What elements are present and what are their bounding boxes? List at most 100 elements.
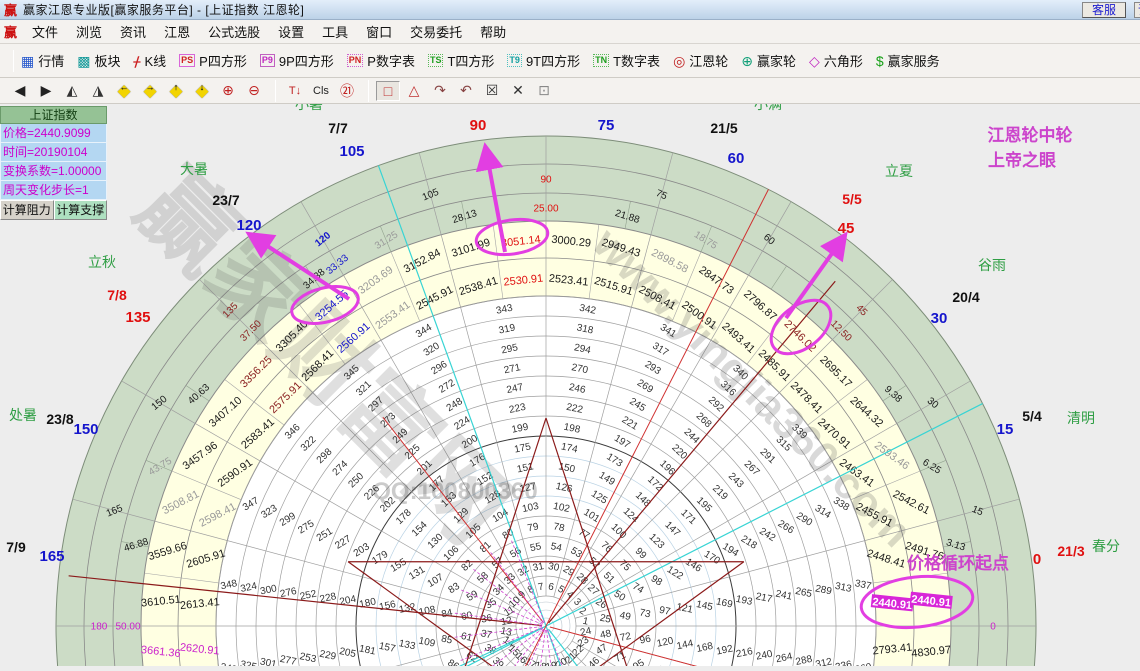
index-info-panel: 上证指数 价格=2440.9099 时间=20190104 变换系数=1.000… [0, 106, 107, 220]
winner-wheel-label: 赢家轮 [757, 51, 796, 70]
toolbar-button-sectors[interactable]: ▩板块 [77, 51, 120, 70]
outer-label: 大暑 [180, 161, 208, 177]
drawing-toolbar: ◀▶◭◮◆←◆→◆↑◆↓⊕⊖ T↓Cls㉑ □△↷↶☒✕⊡ [0, 78, 1140, 104]
menu-item-公式选股[interactable]: 公式选股 [199, 23, 269, 42]
outer-label: 5/5 [842, 191, 862, 207]
toolbar-button-winner-service[interactable]: $赢家服务 [876, 51, 940, 70]
menu-item-文件[interactable]: 文件 [23, 23, 67, 42]
degree-label: 90 [540, 175, 552, 186]
main-toolbar: ▦ 行情 ▩板块 ᚋK线 PS P四方形 P99P四方形 PNP数字表 TST四方形 T99T四方… [0, 44, 1140, 78]
rotate-right-button[interactable]: ◮ [86, 81, 110, 101]
diamond-right-button[interactable]: ◆→ [138, 81, 162, 101]
t-updown-button[interactable]: T↓ [283, 81, 307, 101]
index-name: 上证指数 [0, 106, 107, 124]
menu-items: 文件浏览资讯江恩公式选股设置工具窗口交易委托帮助 [23, 22, 515, 41]
sectors-label: 板块 [94, 51, 120, 70]
outer-label: 90 [470, 117, 487, 134]
prev-button[interactable]: ◀ [8, 81, 32, 101]
xbox-tool[interactable]: ☒ [480, 81, 504, 101]
rotate-left-button[interactable]: ◭ [60, 81, 84, 101]
outer-label: 15 [997, 421, 1014, 438]
outer-label: 7/7 [328, 120, 348, 136]
outer-label: 20/4 [952, 289, 979, 305]
menu-item-窗口[interactable]: 窗口 [357, 23, 401, 42]
quotes-icon: ▦ [21, 54, 34, 68]
p-square-icon: PS [179, 54, 195, 67]
t-square-icon: TS [428, 54, 444, 67]
toolbar-button-9p-square[interactable]: P99P四方形 [260, 51, 334, 70]
outer-label: 120 [236, 217, 261, 234]
outer-label: 春分 [1092, 538, 1120, 554]
zoom-in-button[interactable]: ⊕ [216, 81, 240, 101]
menu-item-交易委托[interactable]: 交易委托 [401, 23, 471, 42]
toolbar-button-hexagon[interactable]: ◇六角形 [809, 51, 863, 70]
toolbar-button-t-table[interactable]: TNT数字表 [593, 51, 660, 70]
rect-tool[interactable]: □ [376, 81, 400, 101]
partial-edge-button[interactable]: 证 [1134, 2, 1140, 18]
toolbar-button-quotes[interactable]: ▦ 行情 [21, 51, 64, 70]
toolbar-separator [368, 80, 369, 102]
shrink-tool[interactable]: ✕ [506, 81, 530, 101]
screen-tool[interactable]: ⊡ [532, 81, 556, 101]
toolbar-button-t-square[interactable]: TST四方形 [428, 51, 494, 70]
winner-service-label: 赢家服务 [888, 51, 940, 70]
time-row: 时间=20190104 [0, 143, 107, 162]
diamond-down-button[interactable]: ◆↓ [190, 81, 214, 101]
zoom-out-button[interactable]: ⊖ [242, 81, 266, 101]
outer-label: 立秋 [88, 254, 116, 270]
calendar-button[interactable]: ㉑ [335, 81, 359, 101]
diamond-left-button[interactable]: ◆← [112, 81, 136, 101]
step-row: 周天变化步长=1 [0, 181, 107, 200]
diamond-down-arrow-icon: ↓ [190, 82, 214, 92]
next-button[interactable]: ▶ [34, 81, 58, 101]
outer-label: 23/7 [212, 192, 239, 208]
menu-item-帮助[interactable]: 帮助 [471, 23, 515, 42]
menu-item-工具[interactable]: 工具 [313, 23, 357, 42]
p-square-label: P四方形 [199, 51, 247, 70]
calc-support-button[interactable]: 计算支撑 [54, 200, 108, 220]
diamond-right-arrow-icon: → [138, 82, 162, 92]
outer-label: 小满 [754, 104, 782, 112]
degree-label: 0 [990, 622, 996, 633]
annotation-text: 价格循环起点 [907, 553, 1009, 573]
outer-label: 60 [728, 150, 745, 167]
outer-label: 75 [598, 117, 615, 134]
toolbar-button-gann-wheel[interactable]: ◎江恩轮 [673, 51, 728, 70]
outer-label: 165 [39, 548, 64, 565]
toolbar-button-p-square[interactable]: PS P四方形 [179, 51, 247, 70]
hexagon-icon: ◇ [809, 54, 820, 68]
menu-item-浏览[interactable]: 浏览 [67, 23, 111, 42]
cls-button[interactable]: Cls [309, 81, 333, 101]
9p-square-icon: P9 [260, 54, 275, 67]
outer-label: 23/8 [46, 411, 73, 427]
p-table-icon: PN [347, 54, 364, 67]
kline-icon: ᚋ [134, 54, 141, 68]
price-row: 价格=2440.9099 [0, 124, 107, 143]
quotes-label: 行情 [38, 51, 64, 70]
menu-item-设置[interactable]: 设置 [269, 23, 313, 42]
toolbar-separator [275, 80, 276, 102]
toolbar-button-kline[interactable]: ᚋK线 [134, 51, 167, 70]
outer-label: 谷雨 [978, 257, 1006, 273]
gann-wheel-label: 江恩轮 [689, 51, 728, 70]
menu-bar: 赢 文件浏览资讯江恩公式选股设置工具窗口交易委托帮助 [0, 20, 1140, 44]
toolbar-button-p-table[interactable]: PNP数字表 [347, 51, 415, 70]
menu-item-江恩[interactable]: 江恩 [155, 23, 199, 42]
diamond-up-button[interactable]: ◆↑ [164, 81, 188, 101]
outer-label: 处暑 [9, 407, 37, 423]
toolbar-button-9t-square[interactable]: T99T四方形 [507, 51, 580, 70]
degree-label: 180 [91, 622, 108, 633]
triangle-tool[interactable]: △ [402, 81, 426, 101]
calc-resistance-button[interactable]: 计算阻力 [0, 200, 54, 220]
outer-label: 立夏 [885, 163, 913, 179]
percent-label: 50.00 [115, 622, 140, 633]
9t-square-label: 9T四方形 [526, 51, 580, 70]
arc-cw-tool[interactable]: ↷ [428, 81, 452, 101]
annotation-text: 江恩轮中轮 [988, 125, 1073, 145]
outer-label: 45 [838, 220, 855, 237]
toolbar-button-winner-wheel[interactable]: ⊕赢家轮 [741, 51, 796, 70]
arc-ccw-tool[interactable]: ↶ [454, 81, 478, 101]
customer-service-button[interactable]: 客服 [1082, 2, 1126, 18]
title-bar: 赢 赢家江恩专业版[赢家服务平台] - [上证指数 江恩轮] 客服 证 [0, 0, 1140, 20]
menu-item-资讯[interactable]: 资讯 [111, 23, 155, 42]
